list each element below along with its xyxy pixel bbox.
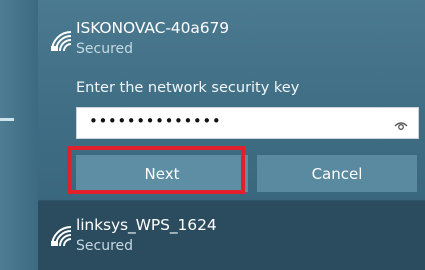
network-status: Secured xyxy=(76,238,134,254)
wifi-network-panel: ISKONOVAC-40a679 Secured Enter the netwo… xyxy=(38,0,425,270)
network-status: Secured xyxy=(76,41,134,57)
wifi-secured-icon xyxy=(48,223,74,249)
security-key-prompt: Enter the network security key xyxy=(76,80,300,96)
side-background xyxy=(0,0,38,270)
eye-icon[interactable] xyxy=(394,117,408,130)
selected-network-item[interactable]: ISKONOVAC-40a679 Secured Enter the netwo… xyxy=(38,0,425,200)
cancel-button[interactable]: Cancel xyxy=(257,155,417,192)
wifi-secured-icon xyxy=(48,28,74,54)
side-marker xyxy=(0,118,14,121)
next-button[interactable]: Next xyxy=(76,155,248,192)
password-mask: •••••••••••••• xyxy=(89,112,222,130)
network-list-item[interactable]: linksys_WPS_1624 Secured xyxy=(38,201,425,270)
network-name: ISKONOVAC-40a679 xyxy=(76,19,230,37)
security-key-input[interactable]: •••••••••••••• xyxy=(76,107,419,139)
network-name: linksys_WPS_1624 xyxy=(76,216,217,234)
